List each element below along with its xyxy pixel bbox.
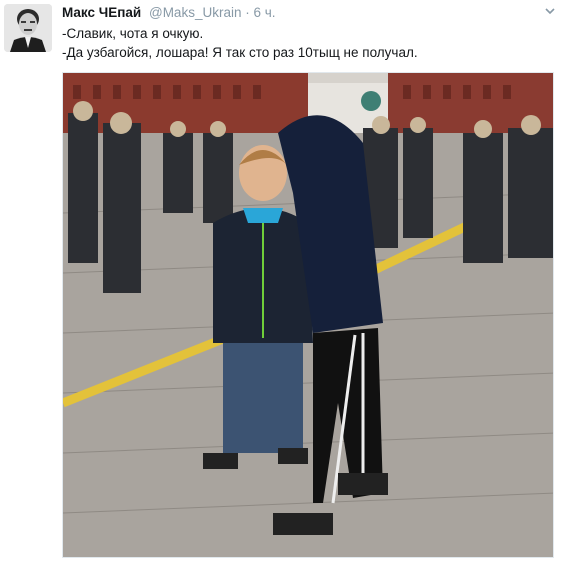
- tweet-header: Макс ЧЕпай @Maks_Ukrain · 6 ч.: [62, 4, 276, 22]
- tweet-text: -Славик, чота я очкую. -Да узбагойся, ло…: [62, 24, 542, 62]
- tweet-timestamp[interactable]: 6 ч.: [254, 5, 276, 20]
- author-avatar[interactable]: [4, 4, 52, 52]
- tweet-menu-button[interactable]: [543, 4, 557, 18]
- photo-icon: [63, 73, 553, 557]
- meta-separator: ·: [245, 5, 250, 20]
- tweet-photo[interactable]: [62, 72, 554, 558]
- chevron-down-icon: [545, 8, 555, 15]
- profile-photo-icon: [4, 4, 52, 52]
- tweet: Макс ЧЕпай @Maks_Ukrain · 6 ч. -Славик, …: [0, 0, 561, 566]
- author-handle[interactable]: @Maks_Ukrain: [149, 5, 241, 20]
- author-name[interactable]: Макс ЧЕпай: [62, 5, 141, 20]
- tweet-text-line-2: -Да узбагойся, лошара! Я так сто раз 10т…: [62, 45, 418, 60]
- tweet-text-line-1: -Славик, чота я очкую.: [62, 26, 204, 41]
